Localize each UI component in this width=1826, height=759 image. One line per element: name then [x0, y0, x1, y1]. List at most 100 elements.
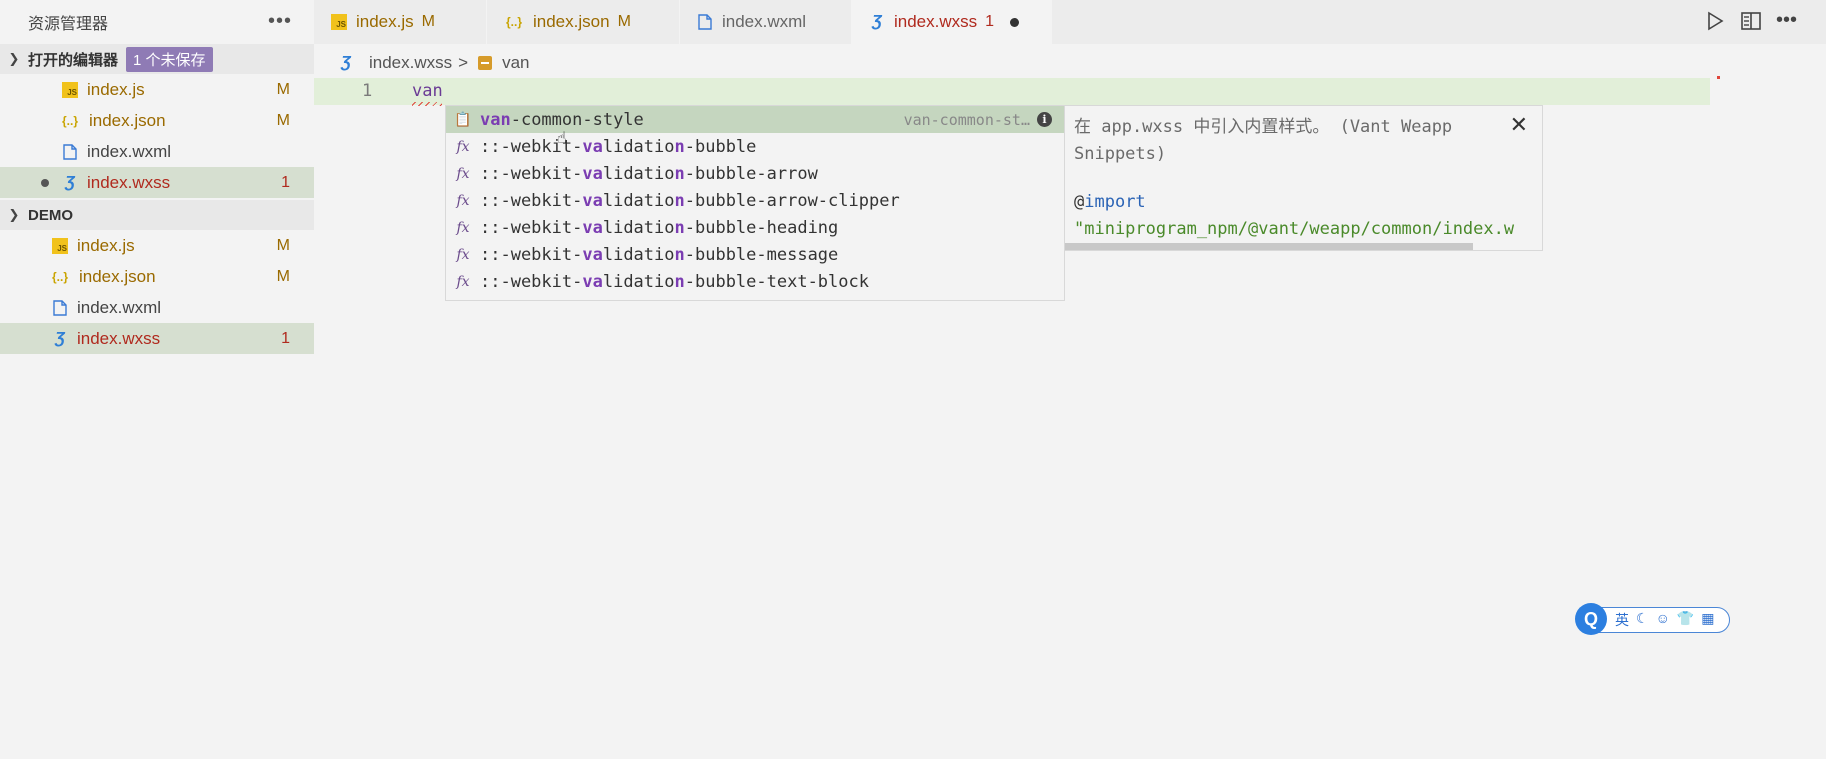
file-name: index.wxss	[77, 328, 161, 348]
ime-items: 英 ☾ ☺ 👕 ▦	[1615, 610, 1715, 630]
function-icon: fx	[456, 192, 470, 209]
tab-label: index.wxml	[722, 12, 807, 31]
function-icon: fx	[456, 246, 470, 263]
tab-label: index.wxss	[894, 12, 978, 31]
editor-tabs: JS index.js M {..} index.json M index.wx…	[314, 0, 1826, 44]
suggest-label: ::-webkit-validation-bubble-arrow	[480, 163, 818, 184]
moon-icon[interactable]: ☾	[1636, 610, 1649, 630]
json-file-icon: {..}	[61, 113, 78, 128]
css-file-icon: Ʒ	[872, 13, 882, 30]
problem-count: 1	[281, 173, 290, 191]
suggest-item[interactable]: fx ::-webkit-validation-bubble-text-bloc…	[446, 268, 1064, 295]
current-line-highlight	[314, 78, 1710, 105]
details-horizontal-scrollbar[interactable]	[1065, 243, 1473, 250]
file-icon	[52, 299, 68, 316]
git-status: M	[276, 80, 290, 98]
details-code-path: "miniprogram_npm/@vant/weapp/common/inde…	[1074, 219, 1515, 239]
suggest-item[interactable]: fx ::-webkit-validation-bubble-message	[446, 241, 1064, 268]
file-icon	[697, 14, 713, 30]
details-description: 在 app.wxss 中引入内置样式。 (Vant Weapp Snippets…	[1074, 117, 1453, 164]
symbol-icon	[478, 56, 493, 70]
editor-actions: •••	[1704, 10, 1798, 32]
open-editor-item-index-json[interactable]: {..} index.json M	[0, 105, 314, 136]
suggest-label: van-common-style	[480, 109, 644, 130]
file-name: index.js	[77, 235, 135, 255]
emoji-icon[interactable]: ☺	[1656, 610, 1670, 630]
suggest-item-van-common-style[interactable]: 📋 van-common-style van-common-st… i ☝	[446, 106, 1064, 147]
explorer-header: 资源管理器 •••	[0, 0, 314, 44]
suggest-item[interactable]: fx ::-webkit-validation-bubble	[446, 133, 1064, 160]
suggest-details: 在 app.wxss 中引入内置样式。 (Vant Weapp Snippets…	[1065, 105, 1543, 251]
unsaved-dot-icon[interactable]	[41, 179, 49, 187]
unsaved-dot-icon[interactable]	[1010, 17, 1020, 27]
more-actions-icon[interactable]: •••	[1776, 10, 1798, 32]
js-file-icon: JS	[62, 81, 78, 98]
file-name: index.js	[87, 79, 145, 99]
open-editor-item-index-wxml[interactable]: index.wxml	[0, 136, 314, 167]
tree-item-index-wxml[interactable]: index.wxml	[0, 292, 314, 323]
tab-index-js[interactable]: JS index.js M	[314, 0, 487, 44]
suggest-label: ::-webkit-validation-bubble	[480, 136, 757, 157]
split-editor-icon[interactable]	[1740, 10, 1762, 32]
tree-item-index-js[interactable]: JS index.js M	[0, 230, 314, 261]
git-status: M	[276, 111, 290, 129]
grid-icon[interactable]: ▦	[1701, 610, 1714, 630]
problem-count: 1	[281, 329, 290, 347]
tab-badge: M	[617, 13, 631, 30]
breadcrumb: Ʒ index.wxss > van	[338, 50, 529, 76]
function-icon: fx	[456, 138, 470, 155]
suggest-widget: 📋 van-common-style van-common-st… i ☝ fx…	[445, 105, 1065, 301]
tab-index-wxml[interactable]: index.wxml	[680, 0, 852, 44]
overview-ruler-error-marker	[1717, 76, 1720, 79]
function-icon: fx	[456, 273, 470, 290]
tab-label: index.json	[533, 12, 610, 31]
tree-item-index-json[interactable]: {..} index.json M	[0, 261, 314, 292]
tab-index-wxss[interactable]: Ʒ index.wxss 1	[852, 0, 1052, 44]
suggest-item[interactable]: fx ::-webkit-validation-bubble-heading	[446, 214, 1064, 241]
info-icon[interactable]: i	[1037, 112, 1052, 127]
demo-folder-section[interactable]: ❯ DEMO	[0, 200, 314, 230]
css-file-icon: Ʒ	[55, 329, 65, 347]
file-icon	[62, 143, 78, 160]
function-icon: fx	[456, 165, 470, 182]
more-actions-icon[interactable]: •••	[268, 10, 292, 33]
suggest-item[interactable]: fx ::-webkit-validation-bubble-arrow-cli…	[446, 187, 1064, 214]
suggest-detail: van-common-st…	[903, 110, 1030, 129]
explorer-title: 资源管理器	[28, 16, 109, 33]
run-icon[interactable]	[1704, 10, 1726, 32]
tab-badge: 1	[985, 13, 995, 30]
git-status: M	[276, 267, 290, 285]
tab-index-json[interactable]: {..} index.json M	[487, 0, 680, 44]
suggest-label: ::-webkit-validation-bubble-message	[480, 244, 839, 265]
ime-logo-icon[interactable]: Q	[1575, 603, 1607, 635]
unsaved-badge: 1 个未保存	[126, 46, 213, 72]
open-editor-item-index-js[interactable]: JS index.js M	[0, 74, 314, 105]
tab-badge: M	[421, 13, 435, 30]
open-editor-item-index-wxss[interactable]: Ʒ index.wxss 1	[0, 167, 314, 198]
ime-language-toggle[interactable]: 英	[1615, 610, 1629, 630]
file-name: index.wxml	[77, 297, 162, 317]
css-file-icon: Ʒ	[65, 173, 75, 191]
chevron-down-icon[interactable]: ❯	[0, 207, 28, 223]
open-editors-section[interactable]: ❯ 打开的编辑器 1 个未保存	[0, 44, 314, 74]
explorer-sidebar: 资源管理器 ••• ❯ 打开的编辑器 1 个未保存 JS index.js M …	[0, 0, 314, 759]
code-text[interactable]: van	[412, 81, 443, 101]
shirt-icon[interactable]: 👕	[1677, 610, 1694, 630]
details-code-import: @import	[1074, 192, 1146, 212]
file-name: index.json	[89, 110, 166, 130]
file-name: index.json	[79, 266, 156, 286]
tree-item-index-wxss[interactable]: Ʒ index.wxss 1	[0, 323, 314, 354]
open-editors-label: 打开的编辑器	[28, 51, 119, 69]
chevron-down-icon[interactable]: ❯	[0, 51, 28, 67]
line-number: 1	[362, 81, 373, 101]
css-file-icon: Ʒ	[341, 54, 351, 71]
suggest-item[interactable]: fx ::-webkit-validation-bubble-arrow	[446, 160, 1064, 187]
snippet-icon: 📋	[454, 111, 472, 128]
close-icon[interactable]: ✕	[1510, 112, 1528, 138]
tab-label: index.js	[356, 12, 414, 31]
breadcrumb-file[interactable]: index.wxss	[369, 53, 452, 73]
breadcrumb-symbol[interactable]: van	[502, 53, 529, 73]
suggest-label: ::-webkit-validation-bubble-arrow-clippe…	[480, 190, 900, 211]
file-name: index.wxml	[87, 141, 172, 161]
json-file-icon: {..}	[505, 15, 522, 29]
